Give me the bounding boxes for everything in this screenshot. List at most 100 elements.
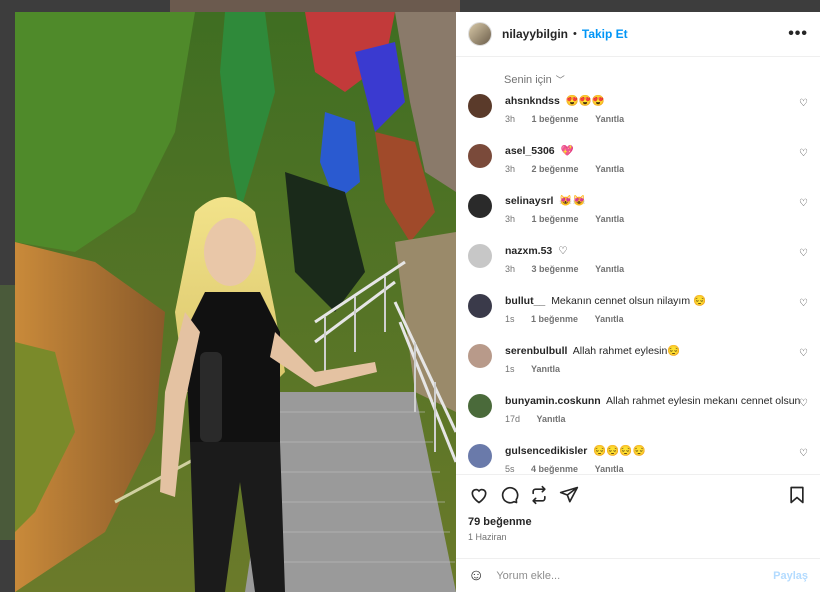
post-date[interactable]: 1 Haziran	[456, 532, 820, 542]
reply-button[interactable]: Yanıtla	[595, 164, 624, 174]
like-button[interactable]	[468, 484, 490, 506]
comment-likes[interactable]: 4 beğenme	[531, 464, 578, 474]
share-icon	[559, 486, 579, 502]
commenter-avatar[interactable]	[468, 144, 492, 168]
commenter-username[interactable]: nazxm.53	[505, 245, 552, 257]
comment-item: bunyamin.coskunn Allah rahmet eylesin me…	[468, 394, 808, 444]
reply-button[interactable]: Yanıtla	[595, 264, 624, 274]
comment-time[interactable]: 3h	[505, 214, 515, 224]
comment-like-heart-icon[interactable]: ♡	[799, 448, 808, 459]
background-post-edge	[0, 285, 16, 540]
post-photo[interactable]	[15, 12, 456, 592]
comment-filter-dropdown[interactable]: Senin için ﹀	[504, 73, 808, 86]
comment-like-heart-icon[interactable]: ♡	[799, 198, 808, 209]
comment-like-heart-icon[interactable]: ♡	[799, 348, 808, 359]
repost-button[interactable]	[528, 484, 550, 506]
reply-button[interactable]: Yanıtla	[595, 314, 624, 324]
comments-list[interactable]: Senin için ﹀ ahsnkndss 😍😍😍 3h 1 beğenme …	[456, 57, 820, 474]
comment-button[interactable]	[498, 484, 520, 506]
comment-like-heart-icon[interactable]: ♡	[799, 248, 808, 259]
commenter-avatar[interactable]	[468, 244, 492, 268]
comment-body: nazxm.53 ♡ 3h 3 beğenme Yanıtla	[505, 244, 808, 274]
more-options-icon[interactable]: •••	[788, 25, 808, 43]
comment-line: asel_5306 💖	[505, 144, 808, 158]
commenter-avatar[interactable]	[468, 294, 492, 318]
post-comment-button[interactable]: Paylaş	[773, 570, 808, 582]
commenter-username[interactable]: serenbulbull	[505, 345, 567, 357]
comment-time[interactable]: 3h	[505, 114, 515, 124]
comment-likes[interactable]: 3 beğenme	[532, 264, 579, 274]
comment-time[interactable]: 1s	[505, 364, 515, 374]
comment-time[interactable]: 3h	[505, 264, 515, 274]
separator-dot: •	[573, 28, 577, 40]
comment-item: gulsencedikisler 😔😔😔😔 5s 4 beğenme Yanıt…	[468, 444, 808, 474]
commenter-avatar[interactable]	[468, 344, 492, 368]
comment-input[interactable]	[496, 569, 774, 582]
comment-item: asel_5306 💖 3h 2 beğenme Yanıtla ♡	[468, 144, 808, 194]
likes-count[interactable]: 79 beğenme	[456, 516, 820, 528]
commenter-username[interactable]: bullut__	[505, 295, 545, 307]
comment-line: bunyamin.coskunn Allah rahmet eylesin me…	[505, 394, 808, 408]
comment-likes[interactable]: 1 beğenme	[532, 114, 579, 124]
comment-body: gulsencedikisler 😔😔😔😔 5s 4 beğenme Yanıt…	[505, 444, 808, 474]
comment-body: bunyamin.coskunn Allah rahmet eylesin me…	[505, 394, 808, 424]
follow-button[interactable]: Takip Et	[582, 27, 628, 41]
post-modal: nilayybilgin • Takip Et ••• Senin için ﹀…	[15, 12, 820, 592]
comment-meta: 3h 1 beğenme Yanıtla	[505, 114, 808, 124]
comment-time[interactable]: 3h	[505, 164, 515, 174]
commenter-avatar[interactable]	[468, 94, 492, 118]
background-post-strip	[170, 0, 460, 12]
comment-meta: 1s Yanıtla	[505, 364, 808, 374]
comment-item: serenbulbull Allah rahmet eylesin😔 1s Ya…	[468, 344, 808, 394]
share-button[interactable]	[558, 484, 580, 506]
commenter-avatar[interactable]	[468, 394, 492, 418]
comment-text: 😔😔😔😔	[593, 445, 646, 457]
comment-line: nazxm.53 ♡	[505, 244, 808, 258]
save-button[interactable]	[786, 484, 808, 506]
comment-likes[interactable]: 1 beğenme	[531, 314, 578, 324]
author-username[interactable]: nilayybilgin	[502, 27, 568, 41]
comment-meta: 1s 1 beğenme Yanıtla	[505, 314, 808, 324]
commenter-avatar[interactable]	[468, 194, 492, 218]
comment-meta: 5s 4 beğenme Yanıtla	[505, 464, 808, 474]
comment-time[interactable]: 5s	[505, 464, 515, 474]
comment-text: 😍😍😍	[565, 95, 606, 107]
comment-like-heart-icon[interactable]: ♡	[799, 298, 808, 309]
comment-like-heart-icon[interactable]: ♡	[799, 98, 808, 109]
commenter-username[interactable]: asel_5306	[505, 145, 555, 157]
comment-time[interactable]: 1s	[505, 314, 515, 324]
comment-line: selinaysrl 😻😻	[505, 194, 808, 208]
comment-item: nazxm.53 ♡ 3h 3 beğenme Yanıtla ♡	[468, 244, 808, 294]
reply-button[interactable]: Yanıtla	[595, 464, 624, 474]
post-actions-bar	[456, 474, 820, 514]
comment-line: bullut__ Mekanın cennet olsun nilayım 😔	[505, 294, 808, 308]
comment-text: 😻😻	[559, 195, 586, 207]
emoji-icon[interactable]: ☺	[468, 567, 484, 585]
commenter-username[interactable]: bunyamin.coskunn	[505, 395, 601, 407]
commenter-avatar[interactable]	[468, 444, 492, 468]
reply-button[interactable]: Yanıtla	[595, 114, 624, 124]
author-avatar[interactable]	[468, 22, 492, 46]
post-header: nilayybilgin • Takip Et •••	[456, 12, 820, 57]
comment-item: selinaysrl 😻😻 3h 1 beğenme Yanıtla ♡	[468, 194, 808, 244]
comment-likes[interactable]: 1 beğenme	[532, 214, 579, 224]
comment-like-heart-icon[interactable]: ♡	[799, 148, 808, 159]
comment-meta: 3h 3 beğenme Yanıtla	[505, 264, 808, 274]
commenter-username[interactable]: ahsnkndss	[505, 95, 560, 107]
comment-meta: 17d Yanıtla	[505, 414, 808, 424]
bookmark-icon	[790, 486, 804, 503]
commenter-username[interactable]: selinaysrl	[505, 195, 553, 207]
comment-time[interactable]: 17d	[505, 414, 520, 424]
commenter-username[interactable]: gulsencedikisler	[505, 445, 587, 457]
comment-item: bullut__ Mekanın cennet olsun nilayım 😔 …	[468, 294, 808, 344]
comment-like-heart-icon[interactable]: ♡	[799, 398, 808, 409]
comment-body: asel_5306 💖 3h 2 beğenme Yanıtla	[505, 144, 808, 174]
reply-button[interactable]: Yanıtla	[531, 364, 560, 374]
comment-meta: 3h 1 beğenme Yanıtla	[505, 214, 808, 224]
reply-button[interactable]: Yanıtla	[537, 414, 566, 424]
comment-text: ♡	[558, 245, 568, 257]
add-comment-bar: ☺ Paylaş	[456, 558, 820, 592]
reply-button[interactable]: Yanıtla	[595, 214, 624, 224]
comment-likes[interactable]: 2 beğenme	[532, 164, 579, 174]
comment-line: ahsnkndss 😍😍😍	[505, 94, 808, 108]
